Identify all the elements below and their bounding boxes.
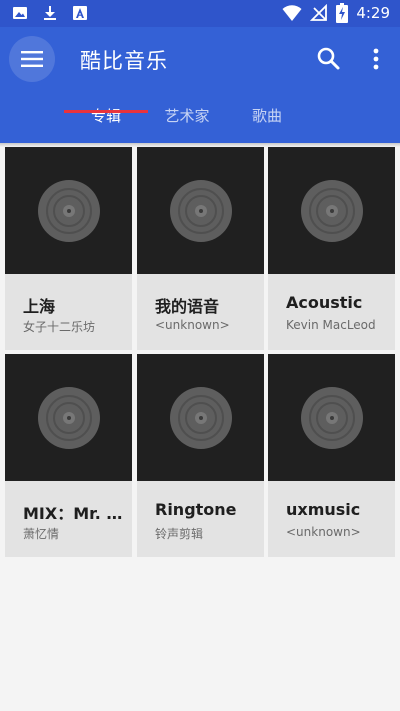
album-card[interactable]: Ringtone 铃声剪辑 <box>137 354 264 557</box>
album-art <box>137 354 264 481</box>
album-art <box>268 354 395 481</box>
app-title: 酷比音乐 <box>80 49 168 73</box>
search-button[interactable] <box>315 45 343 73</box>
album-art <box>5 147 132 274</box>
album-artist: 女子十二乐坊 <box>23 320 96 334</box>
album-art <box>5 354 132 481</box>
battery-charging-icon <box>336 3 349 23</box>
text-a-icon <box>73 6 87 20</box>
menu-button[interactable] <box>9 36 55 82</box>
vinyl-disc-icon <box>169 179 232 242</box>
image-icon <box>13 7 27 19</box>
app-bar: 酷比音乐 专辑 艺术家 歌曲 <box>0 27 400 143</box>
vinyl-disc-icon <box>300 179 363 242</box>
more-options-button[interactable] <box>364 45 388 73</box>
album-art <box>268 147 395 274</box>
tab-artists[interactable]: 艺术家 <box>148 105 226 143</box>
vinyl-disc-icon <box>37 179 100 242</box>
album-title: 上海 <box>23 297 56 316</box>
album-title: Acoustic <box>286 293 363 312</box>
album-artist: 萧忆情 <box>23 527 60 541</box>
vinyl-disc-icon <box>37 386 100 449</box>
album-card[interactable]: uxmusic <unknown> <box>268 354 395 557</box>
status-bar: 4:29 <box>0 0 400 27</box>
album-title: uxmusic <box>286 500 361 519</box>
tab-indicator <box>64 110 148 113</box>
album-card[interactable]: Acoustic Kevin MacLeod <box>268 147 395 350</box>
album-artist: <unknown> <box>286 525 361 539</box>
hamburger-menu-icon <box>21 51 43 67</box>
tab-bar: 专辑 艺术家 歌曲 <box>0 105 400 143</box>
download-icon <box>44 6 56 20</box>
tab-songs[interactable]: 歌曲 <box>226 105 308 143</box>
search-icon <box>317 47 340 70</box>
no-signal-icon <box>310 4 328 21</box>
album-artist: 铃声剪辑 <box>155 527 204 541</box>
album-title: 我的语音 <box>155 297 220 316</box>
vinyl-disc-icon <box>300 386 363 449</box>
album-card[interactable]: MIX：Mr. ... 萧忆情 <box>5 354 132 557</box>
wifi-icon <box>282 5 302 21</box>
album-title: Ringtone <box>155 500 237 519</box>
status-time: 4:29 <box>356 4 390 22</box>
album-card[interactable]: 上海 女子十二乐坊 <box>5 147 132 350</box>
album-card[interactable]: 我的语音 <unknown> <box>137 147 264 350</box>
more-vert-icon <box>373 48 379 70</box>
album-artist: <unknown> <box>155 318 230 332</box>
album-title: MIX：Mr. ... <box>23 504 123 523</box>
album-art <box>137 147 264 274</box>
vinyl-disc-icon <box>169 386 232 449</box>
album-artist: Kevin MacLeod <box>286 318 376 332</box>
